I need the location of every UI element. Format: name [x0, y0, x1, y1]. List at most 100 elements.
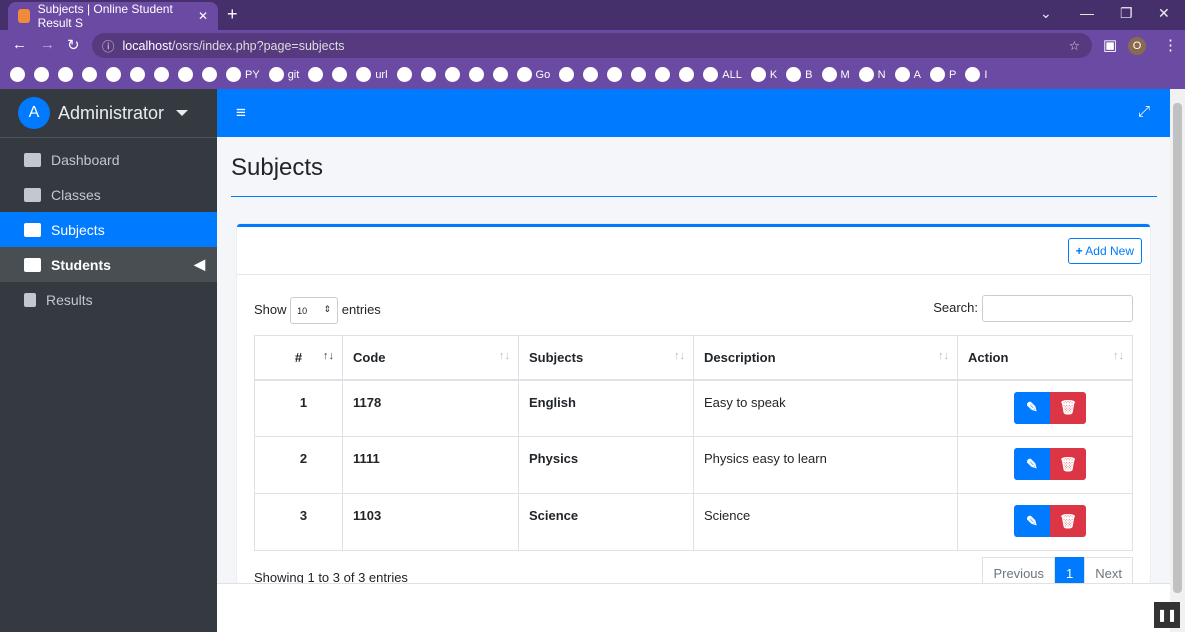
profile-avatar[interactable]: O [1128, 37, 1146, 55]
bookmark[interactable] [82, 67, 97, 82]
subject-description: Physics easy to learn [693, 436, 958, 494]
users-icon [24, 257, 41, 272]
delete-button[interactable]: 🗑 [1050, 448, 1086, 480]
search-input[interactable] [982, 295, 1133, 322]
back-icon[interactable]: ← [12, 36, 27, 53]
bookmark[interactable] [607, 67, 623, 82]
bookmark[interactable] [492, 67, 508, 82]
url-host: localhost [122, 38, 172, 53]
table-row: 2 1111 Physics Physics easy to learn ✎ 🗑 [254, 436, 1133, 494]
bookmark[interactable] [178, 67, 193, 82]
scrollbar[interactable] [1170, 89, 1185, 632]
bookmark-favicon-icon [607, 67, 623, 82]
bookmark-favicon-icon [226, 67, 241, 82]
bookmark[interactable] [583, 67, 599, 82]
hamburger-icon[interactable]: ≡ [236, 103, 246, 123]
forward-icon[interactable]: → [40, 36, 55, 53]
bookmark[interactable] [130, 67, 145, 82]
bookmark[interactable]: B [786, 67, 813, 82]
bookmark[interactable] [202, 67, 217, 82]
bookmark-favicon-icon [34, 67, 49, 82]
row-number: 2 [254, 436, 343, 494]
row-actions: ✎ 🗑 [957, 379, 1133, 437]
bookmark[interactable]: git [268, 67, 300, 82]
delete-button[interactable]: 🗑 [1050, 505, 1086, 537]
column-header-code[interactable]: Code ↑↓ [342, 335, 519, 381]
sidebar-item-results[interactable]: Results [0, 282, 217, 317]
restore-icon[interactable]: ❐ [1120, 5, 1133, 22]
browser-tab[interactable]: Subjects | Online Student Result S ✕ [8, 2, 218, 30]
column-header-description[interactable]: Description ↑↓ [693, 335, 958, 381]
column-header-number[interactable]: # ↑↓ [254, 335, 343, 381]
subject-description: Science [693, 493, 958, 551]
bookmark[interactable]: N [858, 67, 886, 82]
subject-description: Easy to speak [693, 379, 958, 437]
edit-icon: ✎ [1026, 512, 1038, 529]
bookmark[interactable]: A [894, 67, 921, 82]
row-actions: ✎ 🗑 [957, 436, 1133, 494]
bookmark[interactable]: I [965, 67, 987, 82]
bookmark[interactable] [444, 67, 460, 82]
user-menu[interactable]: A Administrator [0, 89, 217, 138]
file-icon [24, 292, 36, 307]
bookmark[interactable] [655, 67, 671, 82]
bookmark[interactable] [332, 67, 348, 82]
sidebar-item-label: Students [51, 256, 111, 273]
star-icon[interactable]: ☆ [1069, 38, 1080, 53]
sidebar-item-students[interactable]: Students ◀ [0, 247, 217, 282]
tab-search-icon[interactable]: ⌄ [1040, 5, 1052, 22]
bookmark-label: git [287, 68, 300, 81]
sidebar-item-dashboard[interactable]: Dashboard [0, 142, 217, 177]
sort-icon: ↑↓ [938, 350, 949, 362]
bookmark[interactable]: ALL [703, 67, 742, 82]
bookmark-favicon-icon [516, 67, 532, 82]
add-new-button[interactable]: + Add New [1067, 238, 1142, 264]
column-header-action[interactable]: Action ↑↓ [957, 335, 1133, 381]
bookmark[interactable] [106, 67, 121, 82]
close-tab-icon[interactable]: ✕ [198, 9, 208, 23]
bookmark[interactable]: K [750, 67, 777, 82]
bookmark[interactable]: Go [516, 67, 550, 82]
bookmark[interactable] [10, 67, 25, 82]
delete-button[interactable]: 🗑 [1050, 391, 1086, 424]
new-tab-icon[interactable]: + [227, 4, 238, 25]
bookmark[interactable] [468, 67, 484, 82]
sidebar-item-classes[interactable]: Classes [0, 177, 217, 212]
page-size-select[interactable]: 10 ⇕ [290, 297, 339, 324]
reload-icon[interactable]: ↻ [67, 36, 80, 54]
subject-name: Physics [518, 436, 694, 494]
bookmark[interactable]: url [356, 67, 388, 82]
bookmark[interactable] [559, 67, 575, 82]
edit-button[interactable]: ✎ [1014, 505, 1050, 537]
menu-icon[interactable]: ⋮ [1163, 36, 1178, 54]
row-number: 1 [254, 379, 343, 437]
bookmark[interactable] [34, 67, 49, 82]
sidebar-item-subjects[interactable]: Subjects [0, 212, 217, 247]
bookmark[interactable]: PY [226, 67, 260, 82]
bookmark[interactable] [308, 67, 324, 82]
bookmark[interactable] [396, 67, 412, 82]
fullscreen-icon[interactable]: ⤢ [1138, 103, 1150, 120]
bookmark[interactable] [679, 67, 695, 82]
sidepanel-icon[interactable]: ▣ [1103, 36, 1117, 54]
pause-icon[interactable]: ❚❚ [1154, 602, 1180, 628]
bookmark[interactable] [58, 67, 73, 82]
bookmark[interactable]: M [821, 67, 850, 82]
header-label: Description [704, 349, 776, 365]
bookmark-favicon-icon [154, 67, 169, 82]
bookmark-label: N [877, 68, 886, 81]
column-header-subjects[interactable]: Subjects ↑↓ [518, 335, 694, 381]
bookmark[interactable]: P [929, 67, 956, 82]
edit-button[interactable]: ✎ [1014, 448, 1050, 480]
bookmark[interactable] [154, 67, 169, 82]
url-input[interactable]: ⓘ localhost/osrs/index.php?page=subjects ☆ [92, 33, 1092, 58]
bookmark[interactable] [420, 67, 436, 82]
bookmark[interactable] [631, 67, 647, 82]
sort-icon: ↑↓ [499, 350, 510, 362]
info-icon: ⓘ [102, 40, 115, 54]
bookmark-favicon-icon [703, 67, 719, 82]
edit-button[interactable]: ✎ [1014, 391, 1050, 424]
scrollbar-thumb[interactable] [1173, 103, 1182, 593]
minimize-icon[interactable]: — [1080, 5, 1094, 21]
close-window-icon[interactable]: ✕ [1158, 5, 1170, 22]
